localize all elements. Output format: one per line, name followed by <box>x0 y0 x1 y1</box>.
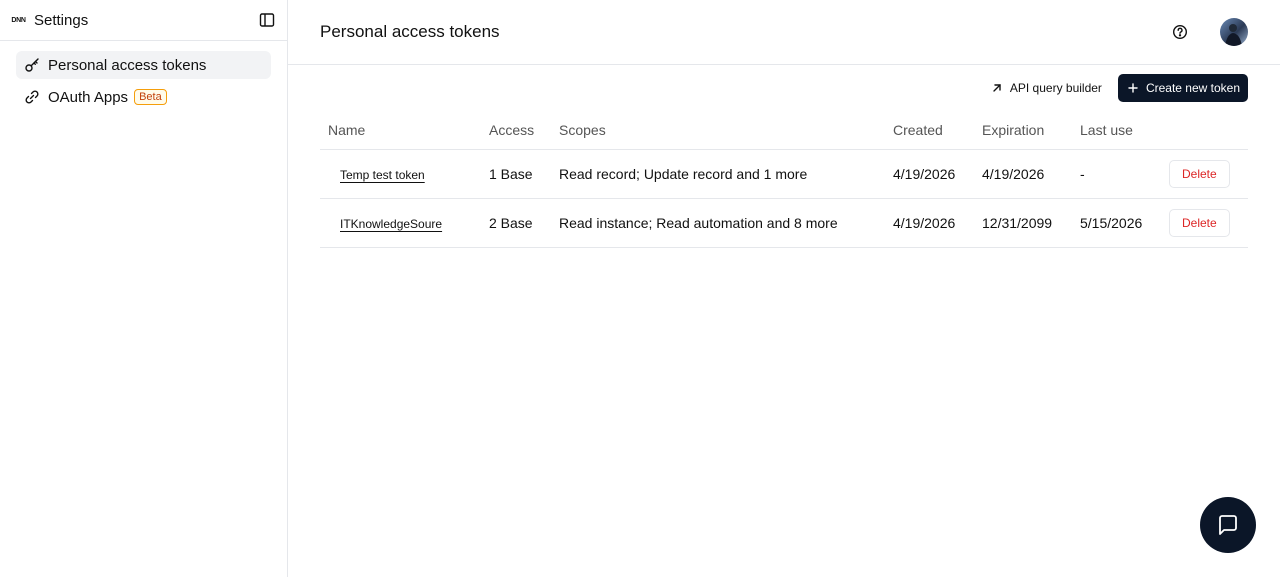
sidebar-item-label: OAuth Apps <box>48 88 129 106</box>
token-scopes: Read record; Update record and 1 more <box>551 149 885 199</box>
sidebar-item-label: Personal access tokens <box>48 56 207 74</box>
help-icon[interactable] <box>1172 24 1188 40</box>
page-title: Personal access tokens <box>320 22 500 41</box>
sidebar-item-oauth-apps[interactable]: OAuth Apps Beta <box>16 83 271 111</box>
column-header-actions <box>1161 111 1248 150</box>
token-scopes: Read instance; Read automation and 8 mor… <box>551 198 885 248</box>
arrow-up-right-icon <box>993 84 1001 92</box>
table-row: ITKnowledgeSoure 2 Base Read instance; R… <box>320 198 1248 248</box>
column-header-expiration[interactable]: Expiration <box>974 111 1072 150</box>
avatar[interactable] <box>1220 18 1248 46</box>
column-header-last-use[interactable]: Last use <box>1072 111 1161 150</box>
sidebar-item-personal-access-tokens[interactable]: Personal access tokens <box>16 51 271 79</box>
tokens-table: Name Access Scopes Created Expiration La… <box>320 111 1248 248</box>
app: DNN Settings Personal access tokens OAut… <box>0 0 1280 577</box>
chat-support-button[interactable] <box>1200 497 1256 553</box>
sidebar-header: DNN Settings <box>0 0 287 41</box>
token-last-use: 5/15/2026 <box>1072 198 1161 248</box>
column-header-scopes[interactable]: Scopes <box>551 111 885 150</box>
create-new-token-button[interactable]: Create new token <box>1117 74 1248 102</box>
main-content: Personal access tokens API query builder… <box>288 0 1280 577</box>
column-header-name[interactable]: Name <box>320 111 481 150</box>
token-name-link[interactable]: ITKnowledgeSoure <box>340 217 442 231</box>
sidebar-nav: Personal access tokens OAuth Apps Beta <box>0 41 287 125</box>
chat-icon <box>1219 515 1237 535</box>
token-expiration: 4/19/2026 <box>974 149 1072 199</box>
sidebar-toggle-icon[interactable] <box>259 12 275 28</box>
create-new-token-label: Create new token <box>1145 81 1240 95</box>
token-created: 4/19/2026 <box>885 149 974 199</box>
link-icon <box>24 89 40 105</box>
table-header-row: Name Access Scopes Created Expiration La… <box>320 111 1248 150</box>
api-query-builder-label: API query builder <box>1009 81 1102 95</box>
sidebar-title: Settings <box>34 11 89 29</box>
delete-token-button[interactable]: Delete <box>1169 208 1230 237</box>
column-header-created[interactable]: Created <box>885 111 974 150</box>
app-logo: DNN <box>11 16 26 24</box>
token-name-link[interactable]: Temp test token <box>340 168 425 182</box>
delete-token-button[interactable]: Delete <box>1169 159 1230 188</box>
main-header: Personal access tokens <box>288 0 1280 65</box>
beta-badge: Beta <box>134 89 167 105</box>
table-row: Temp test token 1 Base Read record; Upda… <box>320 149 1248 199</box>
toolbar: API query builder Create new token <box>288 65 1280 111</box>
token-created: 4/19/2026 <box>885 198 974 248</box>
token-last-use: - <box>1072 149 1161 199</box>
token-access: 1 Base <box>481 149 551 199</box>
plus-icon <box>1128 83 1138 93</box>
sidebar: DNN Settings Personal access tokens OAut… <box>0 0 288 577</box>
token-access: 2 Base <box>481 198 551 248</box>
column-header-access[interactable]: Access <box>481 111 551 150</box>
key-icon <box>24 57 40 73</box>
api-query-builder-button[interactable]: API query builder <box>992 81 1102 95</box>
token-expiration: 12/31/2099 <box>974 198 1072 248</box>
